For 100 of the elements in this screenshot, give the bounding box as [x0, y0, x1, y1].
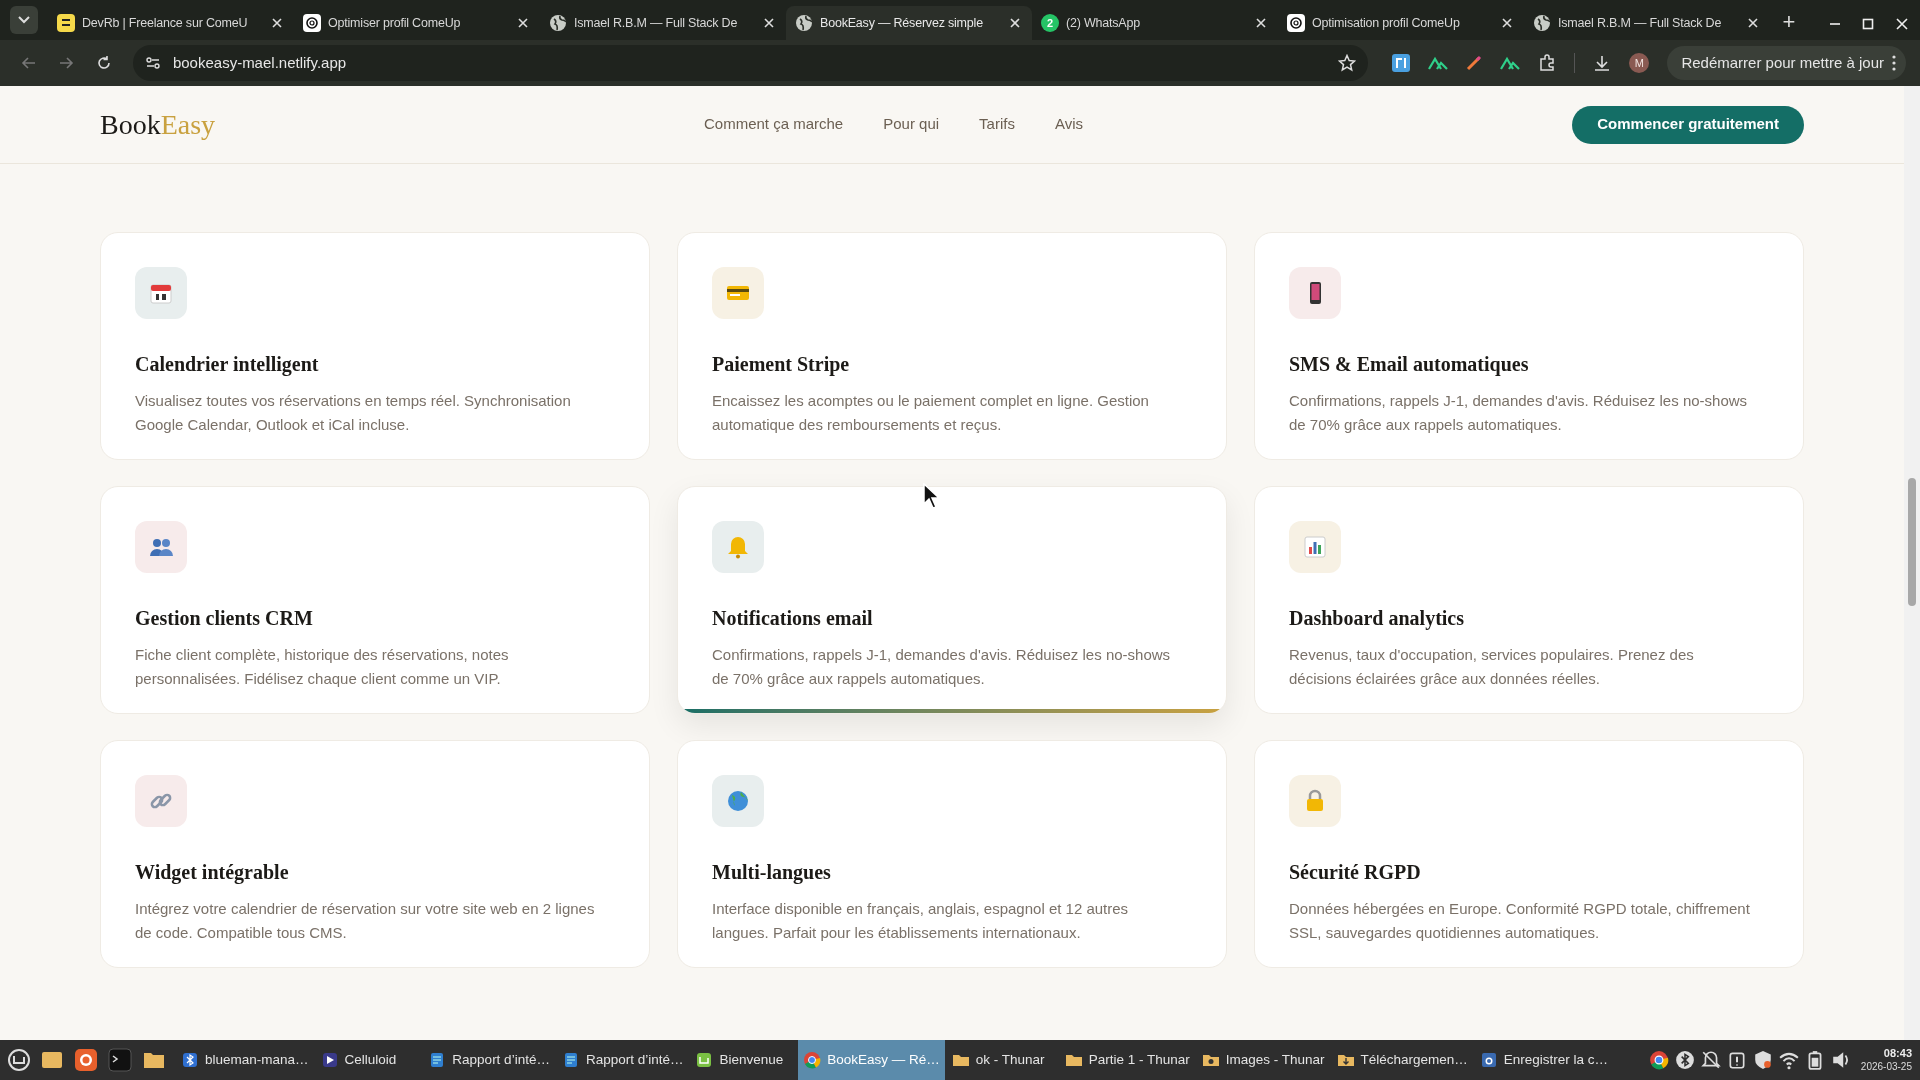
- close-icon: [1896, 18, 1908, 30]
- notification-badge: 2: [1041, 14, 1059, 32]
- address-bar[interactable]: bookeasy-mael.netlify.app: [132, 45, 1369, 81]
- nav-link[interactable]: Pour qui: [883, 113, 940, 136]
- browser-tab[interactable]: BookEasy — Réservez simple: [786, 6, 1032, 40]
- site-settings-icon: [144, 55, 161, 71]
- feature-description: Confirmations, rappels J-1, demandes d'avis. Réduisez les no-shows de 70% grâce aux rappels automatiques.: [1289, 391, 1749, 435]
- more-icon: [1892, 55, 1896, 71]
- star-icon: [1338, 54, 1357, 72]
- chevron-down-icon: [18, 16, 30, 24]
- tab-title: Ismael R.B.M — Full Stack De: [1558, 14, 1723, 32]
- taskbar-window-button[interactable]: Rapport d’inté…: [556, 1040, 689, 1080]
- tab-title: Optimiser profil ComeUp: [328, 14, 462, 32]
- taskbar-window-button[interactable]: Téléchargemen…: [1331, 1040, 1473, 1080]
- back-icon: [20, 55, 37, 71]
- taskbar-window-button[interactable]: Celluloid: [315, 1040, 402, 1080]
- feature-description: Revenus, taux d'occupation, services populaires. Prenez des décisions éclairées grâce aux données réelles.: [1289, 645, 1695, 689]
- url-text: bookeasy-mael.netlify.app: [172, 52, 348, 73]
- nav-link[interactable]: Tarifs: [979, 113, 1015, 136]
- feature-title: Dashboard analytics: [1289, 606, 1466, 632]
- terminal-icon: [108, 1048, 132, 1072]
- tab-title: Optimisation profil ComeUp: [1312, 14, 1461, 32]
- camera-icon: [1479, 1051, 1498, 1069]
- new-tab-button[interactable]: +: [1774, 7, 1804, 37]
- feature-title: Paiement Stripe: [712, 352, 851, 378]
- feature-description: Confirmations, rappels J-1, demandes d'avis. Réduisez les no-shows de 70% grâce aux rappels automatiques.: [712, 645, 1172, 689]
- tab-list-button[interactable]: [10, 6, 38, 34]
- browser-tab[interactable]: Ismael R.B.M — Full Stack De: [1524, 6, 1770, 40]
- knot-logo-icon: [1287, 14, 1305, 32]
- mountain-icon: [1500, 56, 1521, 70]
- forward-icon: [58, 55, 75, 71]
- feature-description: Interface disponible en français, anglais, espagnol et 12 autres langues. Parfait pour les établissements internationaux.: [712, 899, 1130, 943]
- menu-logo-icon: [7, 1048, 31, 1072]
- tab-title: (2) WhatsApp: [1066, 14, 1142, 32]
- tab-title: DevRb | Freelance sur ComeU: [82, 14, 249, 32]
- taskbar-window-button[interactable]: ok - Thunar: [946, 1040, 1050, 1080]
- tab-title: Ismael R.B.M — Full Stack De: [574, 14, 739, 32]
- update-button[interactable]: Redémarrer pour mettre à jour: [1667, 46, 1906, 80]
- profile-avatar[interactable]: M: [1629, 53, 1650, 73]
- close-window-button[interactable]: [1896, 18, 1908, 30]
- close-icon: [1748, 18, 1758, 28]
- mountain-icon: [1428, 56, 1449, 70]
- nav-link[interactable]: Comment ça marche: [704, 113, 844, 136]
- browser-tab[interactable]: Optimiser profil ComeUp: [294, 6, 540, 40]
- minimize-icon: [1830, 23, 1840, 25]
- feature-title: Gestion clients CRM: [135, 606, 314, 631]
- feature-description: Encaissez les acomptes ou le paiement complet en ligne. Gestion automatique des remboursements et reçus.: [712, 391, 1150, 435]
- taskbar-window-button[interactable]: Partie 1 - Thunar: [1059, 1040, 1195, 1080]
- extension-square-icon: [1392, 54, 1411, 72]
- bluetooth-icon: [181, 1051, 199, 1069]
- close-icon: [518, 18, 528, 28]
- tab-title: BookEasy — Réservez simple: [820, 14, 984, 32]
- taskbar-window-button[interactable]: Images - Thunar: [1196, 1040, 1330, 1080]
- taskbar-window-button[interactable]: Enregistrer la c…: [1474, 1040, 1614, 1080]
- feature-description: Fiche client complète, historique des réservations, notes personnalisées. Fidélisez chaque client comme un VIP.: [135, 645, 510, 689]
- chrome-icon: [1648, 1050, 1669, 1070]
- taskbar-window-button[interactable]: blueman-mana…: [176, 1040, 314, 1080]
- taskbar-window-button[interactable]: Rapport d’inté…: [423, 1040, 555, 1080]
- clock[interactable]: 08:43 2026-03-25: [1860, 1047, 1912, 1073]
- feature-description: Visualisez toutes vos réservations en temps réel. Synchronisation Google Calendar, Outlook et iCal incluse.: [135, 391, 572, 435]
- nav-link[interactable]: Avis: [1054, 113, 1083, 136]
- shield-icon: [1752, 1050, 1773, 1070]
- feature-title: SMS & Email automatiques: [1289, 352, 1530, 378]
- bluetooth-icon: [1674, 1050, 1695, 1070]
- browser-tab[interactable]: Optimisation profil ComeUp: [1278, 6, 1524, 40]
- cta-button[interactable]: Commencer gratuitement: [1572, 105, 1804, 144]
- scrollbar[interactable]: [1904, 86, 1920, 1040]
- wifi-icon: [1778, 1050, 1799, 1070]
- logo[interactable]: BookEasy: [100, 103, 340, 146]
- close-icon: [1256, 18, 1266, 28]
- globe-icon: [795, 14, 813, 32]
- puzzle-icon: [1538, 54, 1557, 72]
- taskbar-window-button[interactable]: Bienvenue: [690, 1040, 789, 1080]
- taskbar-window-button[interactable]: BookEasy — Ré…: [798, 1040, 945, 1080]
- app-logo-icon: [57, 14, 75, 32]
- volume-icon: [1830, 1050, 1851, 1070]
- browser-tab[interactable]: Ismael R.B.M — Full Stack De: [540, 6, 786, 40]
- globe-icon: [1533, 14, 1551, 32]
- firefox-icon: [74, 1048, 98, 1072]
- maximize-icon: [1862, 18, 1874, 30]
- feature-title: Notifications email: [712, 606, 874, 631]
- feature-description: Données hébergées en Europe. Conformité RGPD totale, chiffrement SSL, sauvegardes quotidiennes automatiques.: [1289, 899, 1751, 943]
- notifications-muted-icon: [1700, 1050, 1721, 1070]
- mint-logo-icon: [695, 1051, 714, 1069]
- play-icon: [320, 1051, 339, 1069]
- globe-icon: [549, 14, 567, 32]
- close-icon: [272, 18, 282, 28]
- close-icon: [764, 18, 774, 28]
- close-icon: [1502, 18, 1512, 28]
- chrome-icon: [803, 1051, 822, 1069]
- maximize-window-button[interactable]: [1862, 18, 1874, 30]
- feature-title: Sécurité RGPD: [1289, 860, 1422, 885]
- pen-icon: [1466, 55, 1483, 71]
- close-icon: [1010, 18, 1020, 28]
- bar-chart-icon: [1301, 533, 1329, 561]
- knot-logo-icon: [303, 14, 321, 32]
- feature-title: Widget intégrable: [135, 860, 290, 886]
- browser-tab[interactable]: DevRb | Freelance sur ComeU: [48, 6, 294, 40]
- feature-title: Multi-langues: [712, 860, 832, 886]
- browser-tab[interactable]: 2 (2) WhatsApp: [1032, 6, 1278, 40]
